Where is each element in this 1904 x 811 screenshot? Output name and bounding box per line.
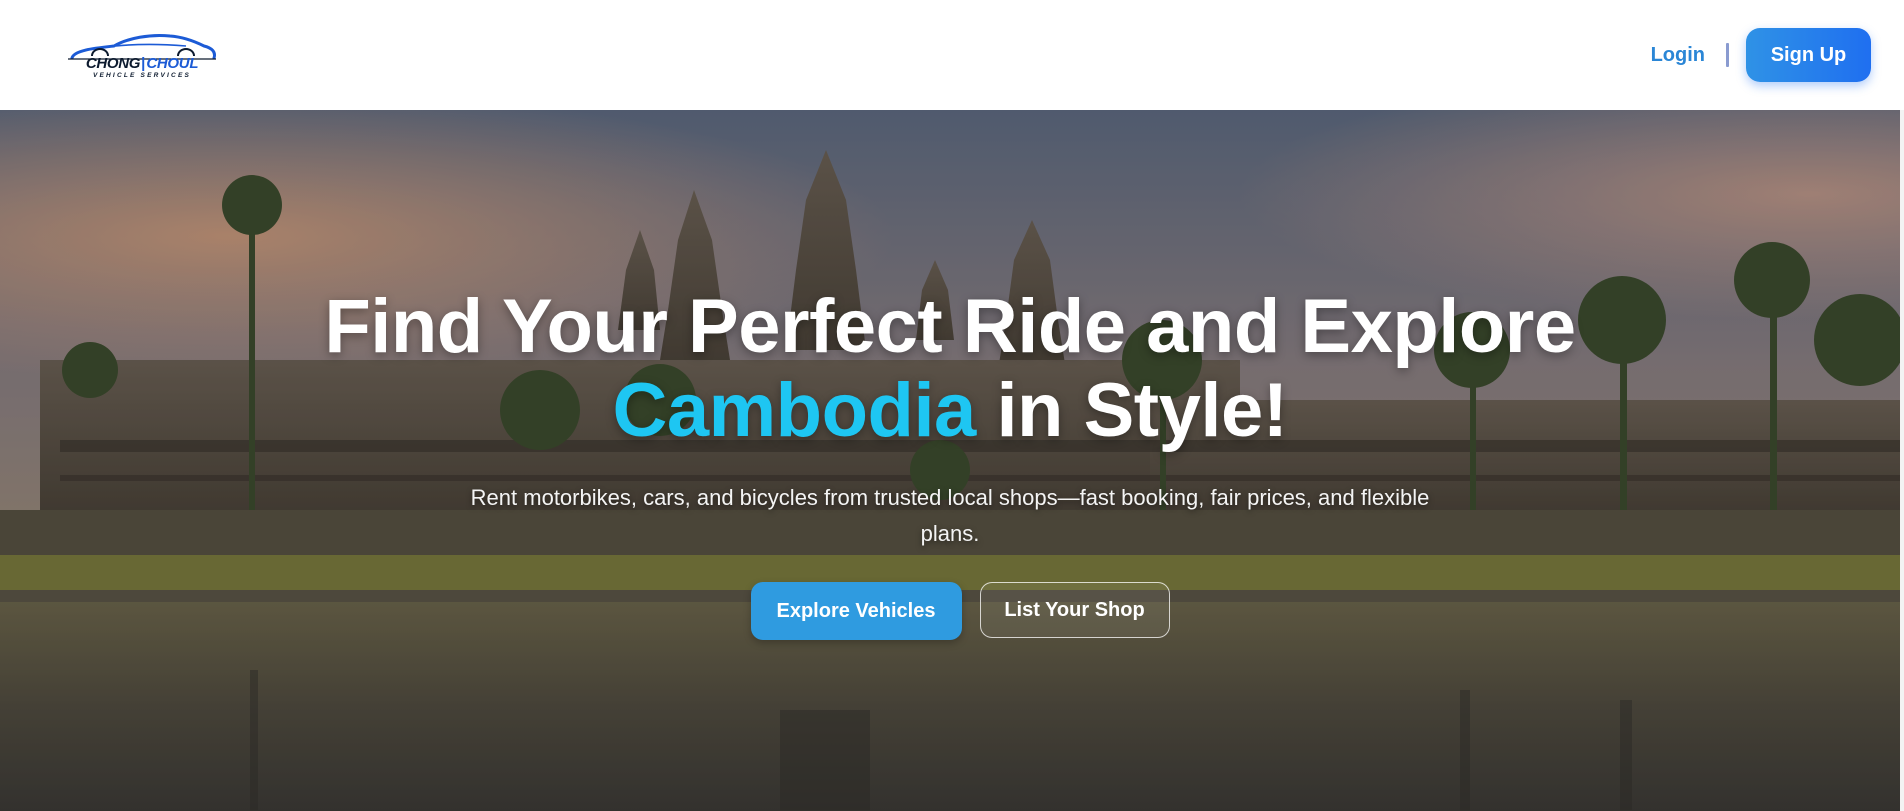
page-scroll-edge <box>1900 110 1904 811</box>
hero-subtitle: Rent motorbikes, cars, and bicycles from… <box>470 485 1430 546</box>
hero-title-accent: Cambodia <box>612 368 976 453</box>
list-your-shop-button[interactable]: List Your Shop <box>979 582 1170 638</box>
site-header: CHONG | CHOUL VEHICLE SERVICES Login Sig… <box>0 0 1904 110</box>
nav-divider <box>1726 43 1729 67</box>
login-link[interactable]: Login <box>1651 44 1705 67</box>
explore-vehicles-button[interactable]: Explore Vehicles <box>750 582 962 640</box>
hero-title-line1: Find Your Perfect Ride and Explore <box>324 284 1576 369</box>
signup-button[interactable]: Sign Up <box>1746 28 1871 82</box>
header-nav: Login Sign Up <box>1651 28 1871 82</box>
brand-name-part1: CHONG <box>85 54 141 72</box>
hero-dark-overlay <box>0 110 1904 811</box>
brand-separator: | <box>141 54 146 72</box>
brand-tagline: VEHICLE SERVICES <box>92 71 192 79</box>
hero-section: Find Your Perfect Ride and Explore Cambo… <box>0 110 1904 811</box>
hero-title-line2: in Style! <box>975 368 1288 453</box>
brand-name-part2: CHOUL <box>146 54 199 72</box>
hero-cta-group: Explore Vehicles List Your Shop <box>0 582 1900 640</box>
brand-logo[interactable]: CHONG | CHOUL VEHICLE SERVICES <box>66 32 218 79</box>
brand-wordmark: CHONG | CHOUL <box>85 54 199 72</box>
hero-title: Find Your Perfect Ride and Explore Cambo… <box>0 285 1900 453</box>
